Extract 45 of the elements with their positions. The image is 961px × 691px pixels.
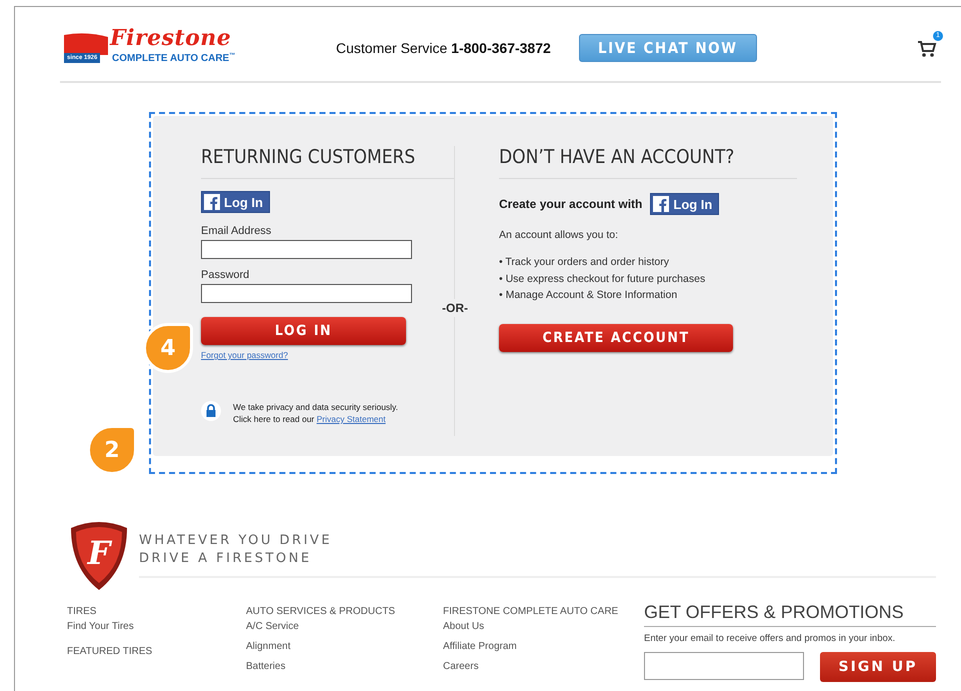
field-label: Email Address xyxy=(201,225,272,237)
create-account-text: Create your account with xyxy=(499,197,642,211)
footer-link[interactable]: A/C Service xyxy=(246,621,443,632)
sign-up-button[interactable]: SIGN UP xyxy=(820,652,936,682)
customer-service-text: Customer Service 1-800-367-3872 xyxy=(336,40,551,56)
footer-link[interactable]: Affiliate Program xyxy=(443,641,639,652)
footer-heading: AUTO SERVICES & PRODUCTS xyxy=(246,606,396,617)
privacy-notice: We take privacy and data security seriously. Click here to read our Privacy Statement xyxy=(233,401,398,425)
section-heading: RETURNING CUSTOMERS xyxy=(201,146,454,179)
footer-heading: FEATURED TIRES xyxy=(67,646,154,657)
slogan-text: WHATEVER YOU DRIVE xyxy=(139,532,334,550)
privacy-statement-link[interactable]: Privacy Statement xyxy=(316,414,386,424)
benefit-item: • Use express checkout for future purchases xyxy=(499,272,706,286)
facebook-icon xyxy=(653,196,670,212)
or-divider-text: -OR- xyxy=(442,299,468,317)
brand-name: Firestone xyxy=(110,25,232,51)
field-label: Password xyxy=(201,269,250,281)
footer-link[interactable]: About Us xyxy=(443,621,639,632)
step-marker: 2 xyxy=(87,425,137,475)
offers-heading: GET OFFERS & PROMOTIONS xyxy=(644,602,936,627)
swoosh-icon xyxy=(62,33,108,55)
facebook-icon xyxy=(204,194,220,210)
step-marker: 4 xyxy=(143,323,193,373)
account-intro-text: An account allows you to: xyxy=(499,229,620,241)
email-field[interactable] xyxy=(644,652,804,680)
facebook-login-button[interactable]: Log In xyxy=(650,193,720,215)
footer-link[interactable]: Find Your Tires xyxy=(67,621,246,632)
benefit-item: • Track your orders and order history xyxy=(499,255,670,270)
footer-link[interactable]: Careers xyxy=(443,661,639,672)
footer-heading: TIRES xyxy=(67,606,98,617)
email-field[interactable] xyxy=(201,240,412,259)
footer-link[interactable]: Batteries xyxy=(246,661,443,672)
create-account-button[interactable]: CREATE ACCOUNT xyxy=(499,324,733,352)
slogan-text: DRIVE A FIRESTONE xyxy=(139,550,313,568)
forgot-password-link[interactable]: Forgot your password? xyxy=(201,350,288,360)
section-heading: DON’T HAVE AN ACCOUNT? xyxy=(499,146,797,179)
footer-heading: FIRESTONE COMPLETE AUTO CARE xyxy=(443,606,620,617)
benefit-item: • Manage Account & Store Information xyxy=(499,288,678,303)
footer-link[interactable]: Alignment xyxy=(246,641,443,652)
password-field[interactable] xyxy=(201,284,412,303)
offers-text: Enter your email to receive offers and promos in your inbox. xyxy=(644,633,896,644)
cart-icon[interactable] xyxy=(917,40,937,58)
login-button[interactable]: LOG IN xyxy=(201,317,406,345)
facebook-login-button[interactable]: Log In xyxy=(201,191,270,213)
lock-icon xyxy=(201,401,221,421)
